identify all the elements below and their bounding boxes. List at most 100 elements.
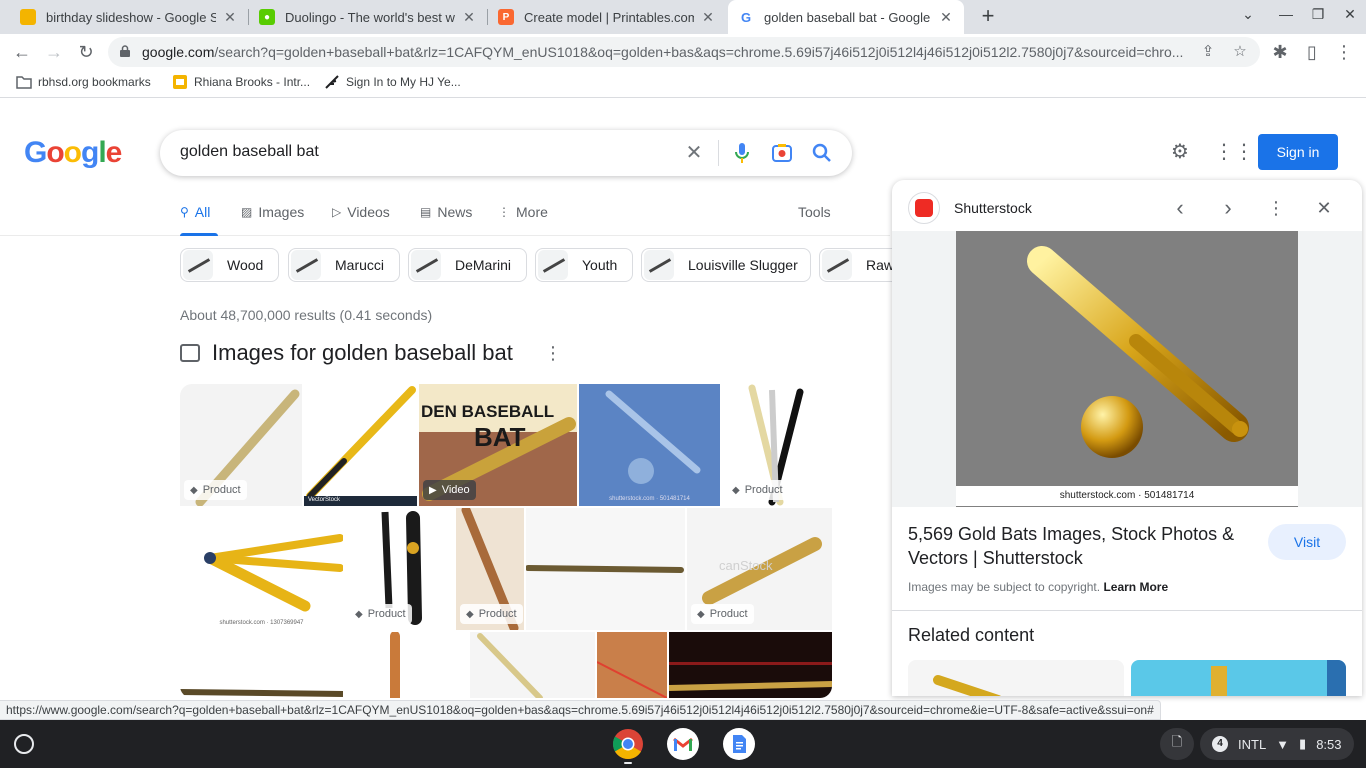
- minimize-icon[interactable]: —: [1274, 6, 1298, 28]
- image-result[interactable]: ◆ Product: [456, 508, 524, 630]
- back-icon[interactable]: ←: [10, 40, 34, 64]
- slides-icon: [173, 75, 187, 89]
- related-content-heading: Related content: [908, 625, 1035, 645]
- tab-news[interactable]: ▤ News: [420, 204, 472, 220]
- learn-more-link[interactable]: Learn More: [1103, 580, 1168, 594]
- apps-grid-icon[interactable]: ⋮⋮⋮: [1214, 140, 1274, 164]
- sign-in-button[interactable]: Sign in: [1258, 134, 1338, 170]
- search-box[interactable]: golden baseball bat ✕: [160, 130, 852, 176]
- close-icon[interactable]: ✕: [1308, 192, 1340, 224]
- bat-image: [669, 662, 832, 691]
- play-icon: ▶: [429, 484, 437, 496]
- chip-wood[interactable]: Wood: [180, 248, 279, 282]
- window-close-icon[interactable]: ✕: [1338, 6, 1362, 28]
- restore-icon[interactable]: ❐: [1306, 6, 1330, 28]
- reload-icon[interactable]: ↻: [74, 40, 98, 64]
- next-icon[interactable]: ›: [1212, 192, 1244, 224]
- tab-title: Duolingo - The world's best way to learn: [285, 9, 455, 25]
- more-vert-icon[interactable]: ⋮: [1332, 40, 1356, 64]
- gmail-icon[interactable]: [667, 728, 699, 760]
- image-result[interactable]: DEN BASEBALL BAT ▶ Video: [419, 384, 577, 506]
- bookmark-rbhsd[interactable]: rbhsd.org bookmarks: [16, 75, 151, 89]
- tab-duolingo[interactable]: ● Duolingo - The world's best way to lea…: [249, 0, 487, 34]
- image-result[interactable]: ◆ Product: [722, 384, 832, 506]
- docs-icon[interactable]: [723, 728, 755, 760]
- related-thumbnail[interactable]: [908, 660, 1124, 696]
- chip-marucci[interactable]: Marucci: [288, 248, 400, 282]
- bat-image: [304, 386, 417, 506]
- lock-icon: [120, 45, 130, 57]
- tab-printables[interactable]: P Create model | Printables.com ✕: [488, 0, 726, 34]
- close-icon[interactable]: ✕: [938, 9, 954, 25]
- tools-button[interactable]: Tools: [798, 204, 831, 220]
- address-bar[interactable]: google.com/search?q=golden+baseball+bat&…: [108, 37, 1260, 67]
- system-tray[interactable]: 🗋 4 INTL ▼ ▮ 8:53: [1160, 728, 1354, 760]
- clear-icon[interactable]: ✕: [682, 141, 706, 165]
- status-area[interactable]: 4 INTL ▼ ▮ 8:53: [1200, 728, 1354, 760]
- google-logo[interactable]: Google: [24, 136, 122, 170]
- image-result[interactable]: [669, 632, 832, 698]
- search-icon[interactable]: [810, 141, 834, 165]
- image-result[interactable]: [345, 632, 468, 698]
- more-vert-icon: ⋮: [498, 205, 510, 219]
- chip-youth[interactable]: Youth: [535, 248, 633, 282]
- more-vert-icon[interactable]: ⋮: [544, 343, 562, 364]
- visit-button[interactable]: Visit: [1268, 524, 1346, 560]
- image-result[interactable]: [180, 632, 343, 698]
- chip-demarini[interactable]: DeMarini: [408, 248, 527, 282]
- image-result[interactable]: ◆ Product: [345, 508, 454, 630]
- image-result[interactable]: [597, 632, 667, 698]
- images-section-title[interactable]: Images for golden baseball bat: [212, 340, 513, 366]
- chip-louisville-slugger[interactable]: Louisville Slugger: [641, 248, 811, 282]
- side-panel-icon[interactable]: ▯: [1300, 40, 1324, 64]
- tab-images[interactable]: ▨ Images: [241, 204, 304, 220]
- image-result[interactable]: canStock ◆ Product: [687, 508, 832, 630]
- close-icon[interactable]: ✕: [700, 9, 716, 25]
- camera-lens-icon[interactable]: [770, 141, 794, 165]
- bookmark-hj[interactable]: Sign In to My HJ Ye...: [324, 75, 461, 89]
- image-result[interactable]: shutterstock.com · 501481714: [579, 384, 720, 506]
- new-tab-button[interactable]: +: [976, 5, 1000, 29]
- tab-videos[interactable]: ▷ Videos: [332, 204, 390, 220]
- wifi-icon: ▼: [1276, 736, 1290, 752]
- image-result[interactable]: [470, 632, 595, 698]
- previous-icon[interactable]: ‹: [1164, 192, 1196, 224]
- printables-icon: P: [498, 9, 514, 25]
- bookmark-star-icon[interactable]: ☆: [1230, 42, 1250, 62]
- close-icon[interactable]: ✕: [461, 9, 477, 25]
- related-thumbnail[interactable]: [1131, 660, 1346, 696]
- result-title-link[interactable]: 5,569 Gold Bats Images, Stock Photos & V…: [908, 522, 1248, 570]
- more-vert-icon[interactable]: ⋮: [1260, 192, 1292, 224]
- chip-label: Marucci: [335, 257, 385, 273]
- bookmark-label: Rhiana Brooks - Intr...: [194, 75, 311, 89]
- preview-caption: shutterstock.com · 501481714: [956, 486, 1298, 506]
- forward-icon[interactable]: →: [42, 40, 66, 64]
- bookmark-rhiana[interactable]: Rhiana Brooks - Intr...: [172, 75, 310, 89]
- extensions-icon[interactable]: ✱: [1268, 40, 1292, 64]
- tab-birthday-slideshow[interactable]: birthday slideshow - Google Slides ✕: [10, 0, 248, 34]
- image-result[interactable]: ◆ Product: [180, 384, 302, 506]
- share-icon[interactable]: ⇪: [1198, 42, 1218, 62]
- search-input[interactable]: golden baseball bat: [180, 143, 319, 161]
- image-result[interactable]: [526, 508, 685, 630]
- image-result[interactable]: shutterstock.com · 1307369947: [180, 508, 343, 630]
- result-stats: About 48,700,000 results (0.41 seconds): [180, 307, 433, 323]
- preview-image[interactable]: [956, 231, 1298, 507]
- image-result[interactable]: VectorStock: [304, 384, 417, 506]
- chip-thumbnail: [644, 250, 674, 280]
- tab-all[interactable]: ⚲ All: [180, 204, 210, 220]
- panel-source[interactable]: Shutterstock: [908, 192, 1032, 224]
- tab-more[interactable]: ⋮ More: [498, 204, 548, 220]
- image-results-grid: ◆ Product VectorStock DEN BASEBALL BAT ▶ V…: [180, 384, 832, 698]
- tab-search-icon[interactable]: ⌄: [1236, 6, 1260, 28]
- settings-gear-icon[interactable]: ⚙: [1168, 140, 1192, 164]
- images-section-header: Images for golden baseball bat: [180, 340, 513, 366]
- tab-google-search[interactable]: G golden baseball bat - Google Search ✕: [728, 0, 964, 34]
- close-icon[interactable]: ✕: [222, 9, 238, 25]
- launcher-icon[interactable]: [14, 734, 34, 754]
- chrome-icon[interactable]: [612, 728, 644, 760]
- file-icon[interactable]: 🗋: [1160, 728, 1194, 760]
- google-icon: G: [738, 9, 754, 25]
- tab-label: All: [194, 204, 211, 220]
- microphone-icon[interactable]: [730, 141, 754, 165]
